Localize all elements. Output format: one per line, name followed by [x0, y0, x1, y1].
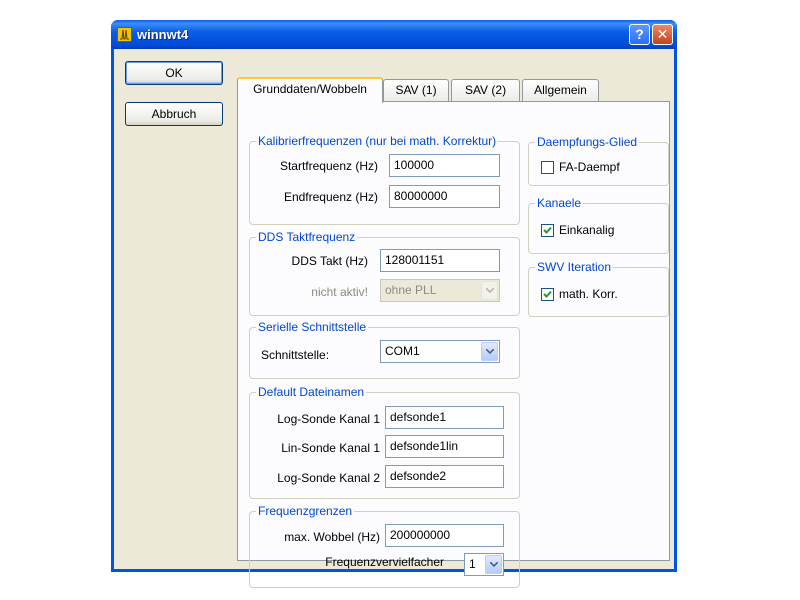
- einkanalig-checkbox[interactable]: [541, 224, 554, 237]
- group-title: Serielle Schnittstelle: [256, 320, 369, 334]
- startfrequenz-label: Startfrequenz (Hz): [279, 159, 378, 173]
- group-title: DDS Taktfrequenz: [256, 230, 358, 244]
- tab-allgemein[interactable]: Allgemein: [522, 79, 599, 101]
- frequenzvervielfacher-select[interactable]: 1: [464, 553, 504, 576]
- cancel-button[interactable]: Abbruch: [125, 102, 223, 126]
- log-sonde-2-label: Log-Sonde Kanal 2: [277, 471, 380, 485]
- log-sonde-1-input[interactable]: defsonde1: [385, 406, 504, 429]
- group-title: Daempfungs-Glied: [535, 135, 640, 149]
- group-default-dateinamen: Default Dateinamen Log-Sonde Kanal 1 def…: [249, 385, 520, 499]
- group-kanaele: Kanaele Einkanalig: [528, 196, 669, 254]
- group-daempfungs-glied: Daempfungs-Glied FA-Daempf: [528, 135, 669, 186]
- endfrequenz-input[interactable]: 80000000: [389, 185, 500, 208]
- dds-takt-label: DDS Takt (Hz): [291, 254, 368, 268]
- frequenzvervielfacher-value: 1: [469, 557, 476, 571]
- chevron-down-icon[interactable]: [485, 555, 502, 574]
- chevron-down-icon[interactable]: [481, 342, 498, 361]
- checkmark-icon: [543, 226, 552, 234]
- group-title: SWV Iteration: [535, 260, 614, 274]
- schnittstelle-label: Schnittstelle:: [261, 348, 330, 362]
- group-dds-taktfrequenz: DDS Taktfrequenz DDS Takt (Hz) 128001151…: [249, 230, 520, 316]
- group-swv-iteration: SWV Iteration math. Korr.: [528, 260, 669, 317]
- tab-panel-grunddaten: Kalibrierfrequenzen (nur bei math. Korre…: [237, 101, 670, 588]
- endfrequenz-label: Endfrequenz (Hz): [283, 190, 378, 204]
- max-wobbel-input[interactable]: 200000000: [385, 524, 504, 547]
- app-icon: [117, 27, 132, 42]
- log-sonde-1-label: Log-Sonde Kanal 1: [277, 412, 380, 426]
- schnittstelle-select-value: COM1: [385, 344, 420, 358]
- close-button[interactable]: ✕: [652, 24, 673, 45]
- frequenzvervielfacher-label: Frequenzvervielfacher: [325, 555, 444, 569]
- pll-select: ohne PLL: [380, 279, 500, 302]
- dds-takt-input[interactable]: 128001151: [380, 249, 500, 272]
- fa-daempf-label: FA-Daempf: [559, 160, 620, 174]
- tab-sav1[interactable]: SAV (1): [383, 79, 449, 101]
- title-bar[interactable]: winnwt4 ? ✕: [111, 20, 677, 49]
- lin-sonde-1-input[interactable]: defsonde1lin: [385, 435, 504, 458]
- ok-button[interactable]: OK: [125, 61, 223, 85]
- einkanalig-label: Einkanalig: [559, 223, 615, 237]
- lin-sonde-1-label: Lin-Sonde Kanal 1: [281, 441, 380, 455]
- tab-sav2[interactable]: SAV (2): [451, 79, 520, 101]
- pll-select-value: ohne PLL: [385, 283, 437, 297]
- group-kalibrierfrequenzen: Kalibrierfrequenzen (nur bei math. Korre…: [249, 134, 520, 225]
- group-title: Kalibrierfrequenzen (nur bei math. Korre…: [256, 134, 499, 148]
- math-korr-label: math. Korr.: [559, 287, 618, 301]
- tab-grunddaten[interactable]: Grunddaten/Wobbeln: [237, 77, 383, 103]
- log-sonde-2-input[interactable]: defsonde2: [385, 465, 504, 488]
- pll-label: nicht aktiv!: [311, 285, 368, 299]
- group-title: Default Dateinamen: [256, 385, 367, 399]
- chevron-down-icon: [481, 281, 498, 300]
- group-title: Frequenzgrenzen: [256, 504, 355, 518]
- fa-daempf-checkbox[interactable]: [541, 161, 554, 174]
- schnittstelle-select[interactable]: COM1: [380, 340, 500, 363]
- group-title: Kanaele: [535, 196, 584, 210]
- group-serielle-schnittstelle: Serielle Schnittstelle Schnittstelle: CO…: [249, 320, 520, 379]
- help-button[interactable]: ?: [629, 24, 650, 45]
- group-frequenzgrenzen: Frequenzgrenzen max. Wobbel (Hz) 2000000…: [249, 504, 520, 588]
- checkmark-icon: [543, 290, 552, 298]
- max-wobbel-label: max. Wobbel (Hz): [284, 530, 380, 544]
- dialog-client: OK Abbruch Grunddaten/Wobbeln SAV (1) SA…: [114, 49, 674, 588]
- math-korr-checkbox[interactable]: [541, 288, 554, 301]
- window-title: winnwt4: [137, 27, 189, 42]
- startfrequenz-input[interactable]: 100000: [389, 154, 500, 177]
- dialog-window: winnwt4 ? ✕ OK Abbruch Grunddaten/Wobbel…: [111, 20, 677, 588]
